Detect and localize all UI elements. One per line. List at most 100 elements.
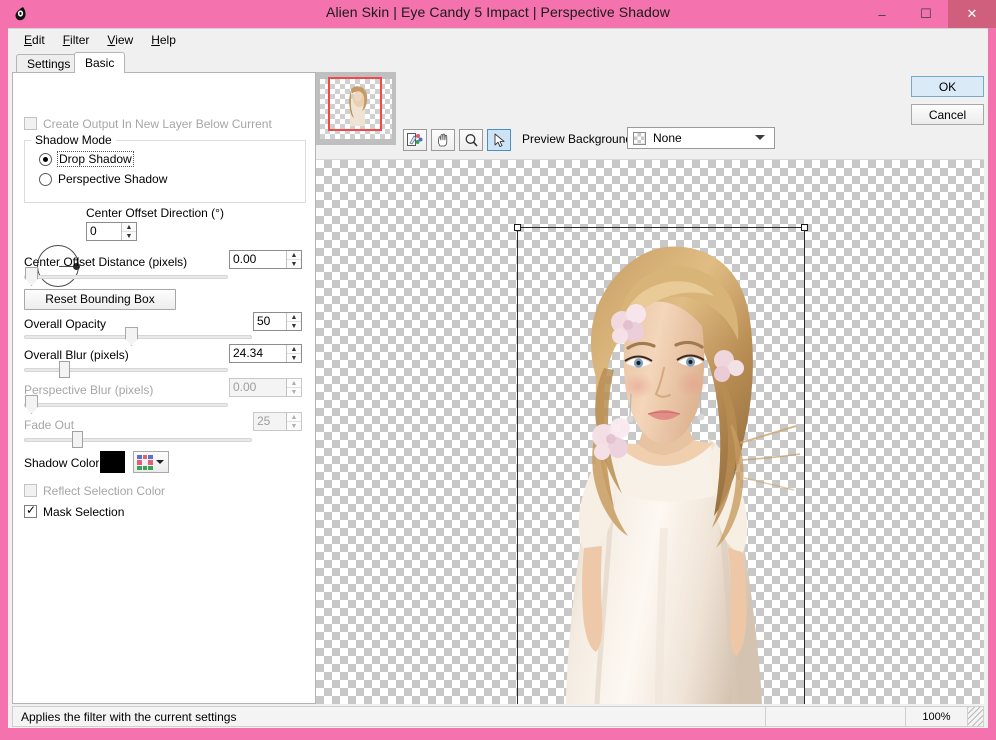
title-bar: Alien Skin | Eye Candy 5 Impact | Perspe… (0, 0, 996, 28)
center-offset-direction-arrows[interactable]: ▲ ▼ (121, 223, 136, 240)
shadow-color-palette-button[interactable] (133, 451, 169, 473)
menu-item-filter[interactable]: Filter (54, 31, 99, 49)
center-offset-distance-slider-track[interactable] (24, 275, 228, 279)
menu-bar: EEditdit Filter View Help (8, 29, 988, 51)
shadow-color-label: Shadow Color (24, 456, 100, 470)
checkmark-icon: ✓ (26, 503, 37, 517)
reflect-selection-color-checkbox (24, 484, 37, 497)
create-output-checkbox[interactable] (24, 117, 37, 130)
model-image (518, 228, 806, 704)
radio-perspective-shadow-label[interactable]: Perspective Shadow (58, 172, 167, 186)
center-offset-distance-value[interactable]: 0.00 (230, 251, 286, 268)
radio-drop-shadow-dot (43, 157, 48, 162)
radio-drop-shadow-label[interactable]: Drop Shadow (57, 151, 134, 167)
ok-button[interactable]: OK (911, 76, 984, 97)
magnifier-zoom-icon (465, 133, 478, 147)
perspective-blur-label: Perspective Blur (pixels) (24, 383, 154, 397)
preview-area: Preview Background: None OK Cancel (313, 72, 984, 704)
overall-blur-slider-thumb[interactable] (59, 361, 70, 378)
color-grid-icon (137, 455, 153, 470)
preview-navigator-thumbnail[interactable] (316, 72, 396, 145)
center-offset-distance-label: Center Offset Distance (pixels) (24, 255, 188, 269)
hand-pan-icon-button[interactable] (431, 129, 455, 151)
arrow-select-icon (494, 133, 504, 147)
overall-opacity-spinner[interactable]: 50 ▲ ▼ (253, 312, 302, 331)
create-output-label: Create Output In New Layer Below Current (43, 117, 272, 131)
spinner-up-icon[interactable]: ▲ (287, 251, 301, 260)
spinner-down-icon[interactable]: ▼ (287, 260, 301, 268)
preview-canvas[interactable] (316, 159, 984, 704)
overall-opacity-slider-thumb[interactable] (125, 327, 138, 346)
mask-selection-checkbox[interactable]: ✓ (24, 503, 37, 518)
overall-opacity-arrows[interactable]: ▲ ▼ (286, 313, 301, 330)
tab-strip: Settings Basic (12, 52, 312, 73)
menu-item-edit[interactable]: EEditdit (15, 31, 54, 49)
center-offset-distance-slider-thumb[interactable] (25, 267, 38, 286)
tab-settings[interactable]: Settings (16, 54, 82, 72)
reflect-selection-color-label: Reflect Selection Color (43, 484, 166, 498)
close-button[interactable]: ✕ (948, 0, 996, 28)
thumbnail-selection-outline[interactable] (328, 77, 382, 131)
spinner-up-icon[interactable]: ▲ (122, 223, 136, 232)
fade-out-slider-thumb (72, 431, 83, 448)
application-window: Alien Skin | Eye Candy 5 Impact | Perspe… (0, 0, 996, 740)
window-title: Alien Skin | Eye Candy 5 Impact | Perspe… (326, 4, 670, 20)
preview-background-value: None (653, 131, 682, 145)
minimize-icon: – (878, 6, 886, 22)
selection-bounding-box[interactable] (514, 224, 808, 704)
overall-blur-spinner[interactable]: 24.34 ▲ ▼ (229, 344, 302, 363)
spinner-down-icon[interactable]: ▼ (287, 322, 301, 330)
spinner-up-icon: ▲ (287, 379, 301, 388)
spinner-up-icon[interactable]: ▲ (287, 313, 301, 322)
maximize-button[interactable]: ☐ (904, 0, 948, 28)
perspective-blur-slider-thumb (25, 395, 38, 414)
resize-grip-icon[interactable] (967, 707, 983, 726)
zoom-level: 100% (905, 707, 967, 726)
perspective-blur-spinner: 0.00 ▲ ▼ (229, 378, 302, 397)
shadow-color-swatch[interactable] (99, 450, 126, 474)
menu-item-view[interactable]: View (98, 31, 142, 49)
radio-perspective-shadow[interactable] (39, 173, 52, 186)
eyedropper-revert-icon (407, 133, 423, 146)
perspective-blur-slider-track (24, 403, 228, 407)
chevron-down-icon (156, 460, 164, 464)
preview-background-label: Preview Background: (522, 132, 636, 146)
spinner-down-icon: ▼ (290, 388, 298, 396)
minimize-button[interactable]: – (860, 0, 904, 28)
overall-opacity-slider-track[interactable] (24, 335, 252, 339)
fade-out-value: 25 (257, 414, 271, 428)
overall-opacity-value[interactable]: 50 (254, 313, 286, 330)
fade-out-slider-track (24, 438, 252, 442)
menu-item-help[interactable]: Help (142, 31, 185, 49)
overall-blur-slider-track[interactable] (24, 368, 228, 372)
perspective-blur-value: 0.00 (233, 380, 257, 394)
spinner-down-icon[interactable]: ▼ (287, 354, 301, 362)
resize-handle-top-right[interactable] (801, 224, 808, 231)
mask-selection-label: Mask Selection (43, 505, 125, 519)
center-offset-direction-spinner[interactable]: 0 ▲ ▼ (86, 222, 137, 241)
spinner-up-icon[interactable]: ▲ (287, 345, 301, 354)
client-area: EEditdit Filter View Help Settings Basic… (8, 28, 988, 728)
center-offset-distance-spinner[interactable]: 0.00 ▲ ▼ (229, 250, 302, 269)
cancel-button[interactable]: Cancel (911, 104, 984, 125)
fade-out-arrows: ▲ ▼ (286, 413, 301, 430)
overall-opacity-label: Overall Opacity (24, 317, 107, 331)
resize-handle-top-left[interactable] (514, 224, 521, 231)
reset-bounding-box-button[interactable]: Reset Bounding Box (24, 289, 176, 310)
magnifier-zoom-icon-button[interactable] (459, 129, 483, 151)
center-offset-distance-arrows[interactable]: ▲ ▼ (286, 251, 301, 268)
arrow-select-icon-button[interactable] (487, 129, 511, 151)
spinner-down-icon[interactable]: ▼ (122, 232, 136, 240)
maximize-icon: ☐ (920, 6, 932, 21)
eyedropper-revert-icon-button[interactable] (403, 129, 427, 151)
radio-drop-shadow[interactable] (39, 153, 52, 166)
preview-background-swatch-icon (633, 131, 646, 145)
chevron-down-icon[interactable] (755, 135, 765, 140)
spinner-up-icon: ▲ (287, 413, 301, 422)
center-offset-direction-value[interactable]: 0 (87, 223, 121, 240)
tab-basic[interactable]: Basic (74, 52, 126, 73)
fade-out-label: Fade Out (24, 418, 75, 432)
overall-blur-arrows[interactable]: ▲ ▼ (286, 345, 301, 362)
preview-background-select[interactable]: None (627, 127, 775, 149)
overall-blur-value[interactable]: 24.34 (230, 345, 286, 362)
